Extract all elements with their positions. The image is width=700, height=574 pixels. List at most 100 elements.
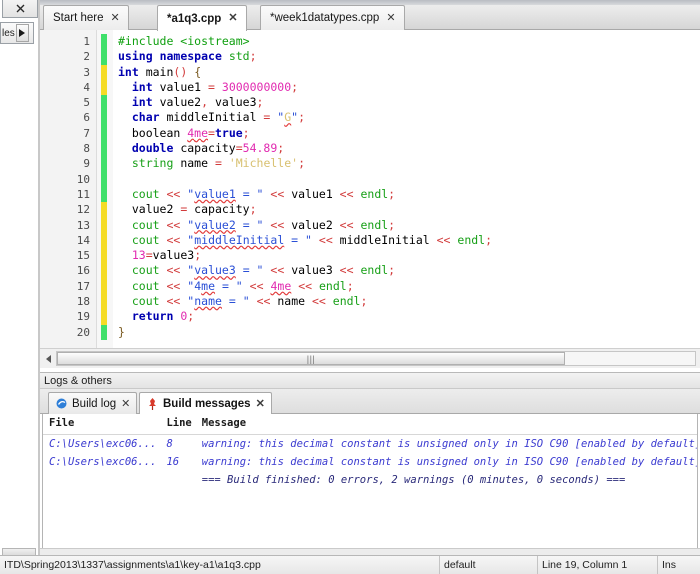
code-token: boolean xyxy=(118,125,188,140)
code-editor[interactable]: 1 #include <iostream> 2 using namespace std… xyxy=(40,30,700,348)
table-row[interactable]: === Build finished: 0 errors, 2 warnings… xyxy=(43,471,697,489)
code-token: value1 xyxy=(152,79,209,94)
code-token: ; xyxy=(249,49,257,64)
code-token: middleInitial xyxy=(332,232,437,247)
code-token: << xyxy=(339,186,354,201)
pin-icon xyxy=(149,397,156,410)
code-line[interactable]: 15 13=value3; xyxy=(40,248,700,263)
code-token: value3 xyxy=(284,263,340,278)
code-token: << xyxy=(166,278,181,293)
code-text: cout << "name = " << name << endl; xyxy=(118,294,368,309)
code-line[interactable]: 20} xyxy=(40,325,700,340)
code-line[interactable]: 10 xyxy=(40,172,700,187)
column-header-file[interactable]: File xyxy=(43,414,161,435)
code-token: ; xyxy=(360,294,368,309)
code-text: cout << "value2 = " << value2 << endl; xyxy=(118,218,395,233)
code-line[interactable]: 4 int value1 = 3000000000; xyxy=(40,80,700,95)
code-lines[interactable]: 1 #include <iostream> 2 using namespace std… xyxy=(40,34,700,340)
code-token: ; xyxy=(187,309,195,324)
code-token: << xyxy=(166,186,181,201)
code-token: << xyxy=(166,217,181,232)
code-line[interactable]: 9 string name = 'Michelle'; xyxy=(40,156,700,171)
code-line[interactable]: 3 int main() { xyxy=(40,65,700,80)
line-number: 14 xyxy=(76,233,90,247)
management-panel-tab[interactable]: les xyxy=(0,22,34,44)
code-token: cout xyxy=(131,294,160,309)
code-line[interactable]: 1 #include <iostream> xyxy=(40,34,700,49)
scrollbar-thumb[interactable]: ||| xyxy=(57,352,565,365)
code-token: << xyxy=(270,217,285,232)
code-line[interactable]: 18 cout << "name = " << name << endl; xyxy=(40,294,700,309)
code-line[interactable]: 14 cout << "middleInitial = " << middleI… xyxy=(40,233,700,248)
code-line[interactable]: 7 boolean 4me=true; xyxy=(40,126,700,141)
code-line[interactable]: 16 cout << "value3 = " << value3 << endl… xyxy=(40,263,700,278)
code-line[interactable]: 11 cout << "value1 = " << value1 << endl… xyxy=(40,187,700,202)
code-line[interactable]: 8 double capacity=54.89; xyxy=(40,141,700,156)
code-token: cout xyxy=(131,278,160,293)
code-text: using namespace std; xyxy=(118,49,257,64)
cell-message: warning: this decimal constant is unsign… xyxy=(201,456,698,468)
code-line[interactable]: 12 value2 = capacity; xyxy=(40,202,700,217)
logs-tab-build-messages[interactable]: Build messages ✕ xyxy=(139,392,272,414)
scroll-left-button[interactable] xyxy=(40,350,56,368)
editor-pane: Start here ✕ *a1q3.cpp ✕ *week1datatypes… xyxy=(40,0,700,372)
close-icon[interactable]: ✕ xyxy=(385,12,396,24)
code-token: value2 xyxy=(194,217,236,232)
code-token: = " xyxy=(284,232,312,247)
scrollbar-track[interactable]: ||| xyxy=(56,351,696,366)
table-row[interactable]: C:\Users\exc06... 8 warning: this decimal … xyxy=(43,435,697,454)
code-token: cout xyxy=(131,232,160,247)
column-header-message[interactable]: Message xyxy=(195,414,697,435)
code-token: middleInitial xyxy=(194,232,285,247)
editor-horizontal-scrollbar[interactable]: ||| xyxy=(40,348,700,368)
code-line[interactable]: 19 return 0; xyxy=(40,309,700,324)
cell-line: 16 xyxy=(166,456,180,468)
code-line[interactable]: 2 using namespace std; xyxy=(40,49,700,64)
editor-tab-week1datatypes-cpp[interactable]: *week1datatypes.cpp ✕ xyxy=(260,5,405,30)
build-log-icon xyxy=(56,398,67,409)
code-token: = xyxy=(208,125,215,140)
logs-tab-build-log[interactable]: Build log ✕ xyxy=(48,392,138,414)
editor-tab-a1q3-cpp[interactable]: *a1q3.cpp ✕ xyxy=(157,5,247,31)
close-icon[interactable]: ✕ xyxy=(121,397,130,410)
line-number: 20 xyxy=(76,325,90,339)
code-token: 54.89 xyxy=(242,141,278,156)
build-messages-rows: C:\Users\exc06... 8 warning: this decimal … xyxy=(43,435,698,490)
code-token: << xyxy=(339,263,354,278)
code-token: = xyxy=(145,248,153,263)
panel-scroll-right-button[interactable] xyxy=(15,24,29,42)
cell-file: C:\Users\exc06... xyxy=(49,438,157,450)
play-arrow-right-icon xyxy=(19,29,26,37)
code-token: name xyxy=(270,294,312,309)
code-token: ; xyxy=(242,125,250,140)
table-row[interactable]: C:\Users\exc06... 16 warning: this decimal… xyxy=(43,453,698,471)
code-line[interactable]: 13 cout << "value2 = " << value2 << endl… xyxy=(40,218,700,233)
code-token: ; xyxy=(346,278,354,293)
build-messages-area[interactable]: File Line Message C:\Users\exc06... 8 warn… xyxy=(42,414,698,553)
code-token: ; xyxy=(249,202,257,217)
table-header-row: File Line Message xyxy=(43,414,697,435)
management-panel-close-button[interactable] xyxy=(2,0,38,18)
close-icon[interactable]: ✕ xyxy=(110,12,121,24)
code-line[interactable]: 5 int value2, value3; xyxy=(40,95,700,110)
code-token: std xyxy=(228,49,250,64)
line-number: 15 xyxy=(76,249,90,263)
editor-tab-start-here[interactable]: Start here ✕ xyxy=(43,5,129,30)
code-token: value3 xyxy=(194,263,236,278)
column-header-line[interactable]: Line xyxy=(160,414,196,435)
code-token: ; xyxy=(298,110,306,125)
close-icon[interactable]: ✕ xyxy=(227,13,238,24)
code-line[interactable]: 6 char middleInitial = "G"; xyxy=(40,110,700,125)
cell-file xyxy=(43,471,160,489)
code-line[interactable]: 17 cout << "4me = " << 4me << endl; xyxy=(40,279,700,294)
close-icon[interactable]: ✕ xyxy=(256,397,265,410)
code-token: value2 xyxy=(118,202,181,217)
